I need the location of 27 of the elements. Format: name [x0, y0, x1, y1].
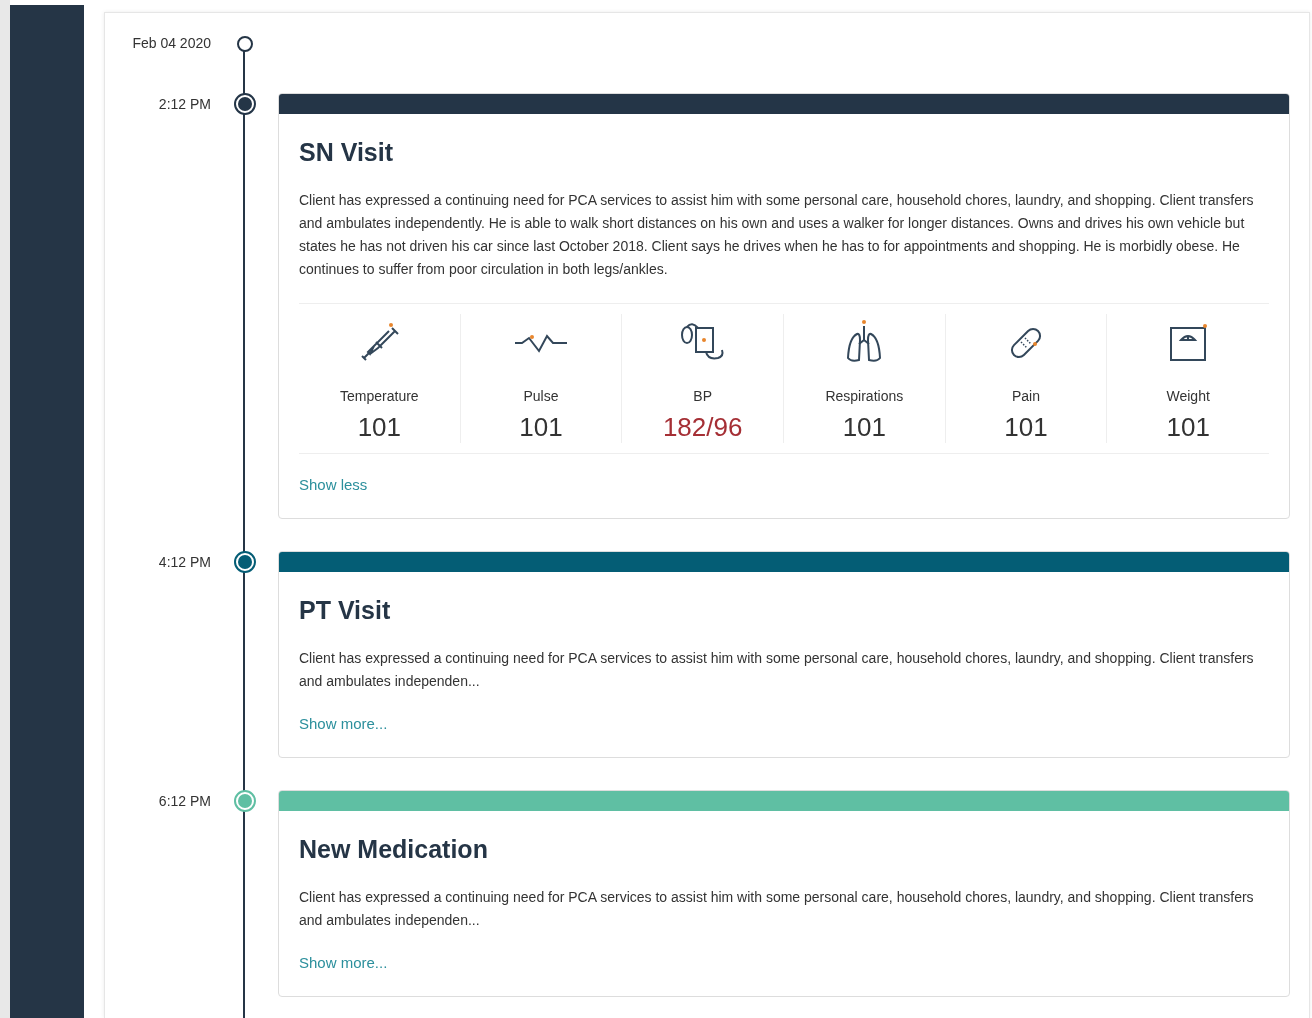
vital-label: Weight — [1166, 388, 1210, 404]
entry-title: New Medication — [299, 835, 489, 864]
entry-title: SN Visit — [299, 138, 395, 167]
toggle-link[interactable]: Show less — [299, 476, 368, 493]
vital-value: 101 — [1166, 412, 1210, 443]
vital-value: 101 — [1004, 412, 1048, 443]
pulse-icon — [513, 332, 569, 354]
entry-title: PT Visit — [299, 596, 392, 625]
vital-label: BP — [693, 388, 712, 404]
timeline-date: Feb 04 2020 — [131, 35, 211, 53]
vital-label: Pain — [1011, 388, 1040, 404]
vital-value: 182/96 — [662, 412, 743, 443]
toggle-link[interactable]: Show more... — [299, 715, 388, 732]
vital-value: 101 — [357, 412, 401, 443]
vital-label: Temperature — [340, 388, 419, 404]
entry-time: 6:12 PM — [157, 792, 211, 811]
entry-time: 4:12 PM — [157, 553, 211, 572]
vital-label: Respirations — [825, 388, 904, 404]
vital-value: 101 — [842, 412, 886, 443]
entry-description: Client has expressed a continuing need for PCA services to assist him with some personal care, household chores, laundry, and shopping. Client transfers and ambulates independen... — [299, 649, 1255, 691]
vital-label: Pulse — [523, 388, 559, 404]
entry-description: Client has expressed a continuing need for PCA services to assist him with some personal care, household chores, laundry, and shopping. Client transfers and ambulates independently. He is able to walk short distances on his own and uses a walker for longer distances. Owns and drives his own vehicle but states he has not driven his car since last October 2018. Client says he drives when he has to for appointments and shopping. He is morbidly obese. He continues to suffer from poor circulation in both legs/ankles. — [299, 191, 1255, 279]
timeline-node — [236, 36, 253, 52]
vital-value: 101 — [519, 412, 563, 443]
toggle-link[interactable]: Show more... — [299, 954, 388, 971]
entry-description: Client has expressed a continuing need for PCA services to assist him with some personal care, household chores, laundry, and shopping. Client transfers and ambulates independen... — [299, 888, 1255, 930]
entry-time: 2:12 PM — [157, 95, 211, 114]
